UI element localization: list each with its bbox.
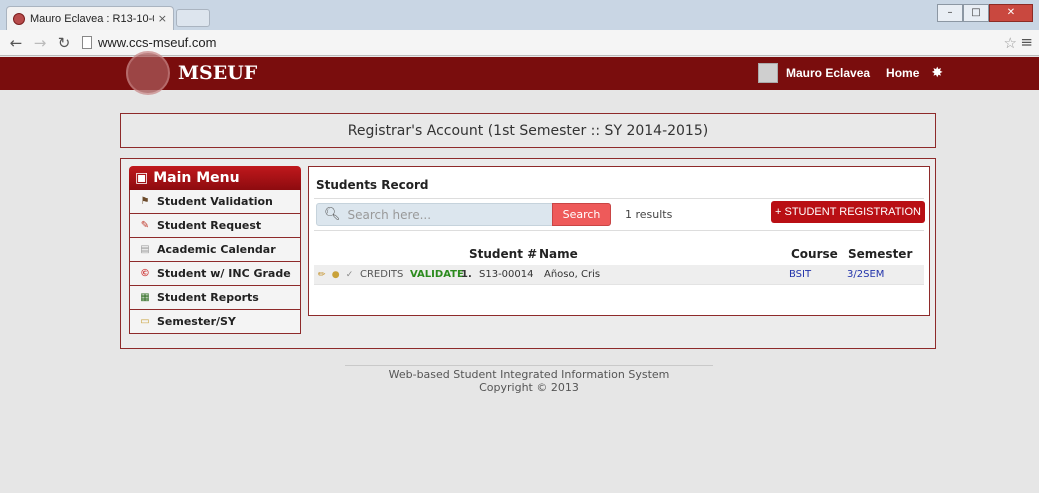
sidebar-item-semester-sy[interactable]: ▭ Semester/SY bbox=[129, 310, 301, 334]
maximize-button[interactable]: □ bbox=[963, 4, 989, 22]
minimize-button[interactable]: – bbox=[937, 4, 963, 22]
new-tab-button[interactable] bbox=[176, 9, 210, 27]
check-icon[interactable]: ✓ bbox=[346, 270, 354, 280]
site-brand[interactable]: MSEUF bbox=[178, 62, 257, 84]
main-menu-icon: ▣ bbox=[135, 170, 149, 186]
table-row: ✏ ● ✓ CREDITS VALIDATE 1. S13-00014 Años… bbox=[314, 265, 924, 285]
account-banner-text: Registrar's Account (1st Semester :: SY … bbox=[347, 122, 709, 139]
students-record-panel: Students Record 🔍︎ Search 1 results + ST… bbox=[308, 166, 930, 316]
credits-link[interactable]: CREDITS bbox=[360, 269, 403, 280]
student-number: S13-00014 bbox=[479, 269, 534, 280]
column-header-name: Name bbox=[539, 247, 578, 261]
course-link[interactable]: BSIT bbox=[789, 269, 811, 280]
user-name-link[interactable]: Mauro Eclavea bbox=[786, 66, 870, 80]
url-field[interactable]: www.ccs-mseuf.com bbox=[82, 35, 216, 50]
student-registration-button[interactable]: + STUDENT REGISTRATION bbox=[771, 201, 925, 223]
sidebar-item-label: Student Validation bbox=[157, 195, 273, 208]
row-actions: ✏ ● ✓ bbox=[318, 269, 356, 280]
sidebar-item-student-request[interactable]: ✎ Student Request bbox=[129, 214, 301, 238]
student-name: Añoso, Cris bbox=[544, 269, 601, 280]
main-panel: ▣ Main Menu ⚑ Student Validation ✎ Stude… bbox=[120, 158, 936, 349]
main-menu: ▣ Main Menu ⚑ Student Validation ✎ Stude… bbox=[129, 166, 301, 334]
window-controls: – □ ✕ bbox=[937, 4, 1033, 22]
semester-icon: ▭ bbox=[140, 316, 150, 327]
user-icon[interactable]: ● bbox=[332, 270, 340, 280]
sidebar-item-label: Student Request bbox=[157, 219, 262, 232]
browser-tab-bar: Mauro Eclavea : R13-10-04 × – □ ✕ bbox=[0, 0, 1039, 30]
column-header-course: Course bbox=[791, 247, 838, 261]
forward-arrow-icon[interactable]: → bbox=[32, 34, 48, 52]
sidebar-item-inc-grade[interactable]: © Student w/ INC Grade bbox=[129, 262, 301, 286]
sidebar-item-label: Student Reports bbox=[157, 291, 259, 304]
sidebar-item-label: Student w/ INC Grade bbox=[157, 267, 291, 280]
bookmark-star-icon[interactable]: ☆ bbox=[1004, 34, 1017, 52]
browser-menu-icon[interactable]: ≡ bbox=[1020, 33, 1033, 51]
avatar[interactable] bbox=[758, 63, 778, 83]
gear-icon[interactable]: ✸ bbox=[931, 65, 943, 81]
row-index: 1. bbox=[461, 269, 472, 280]
user-nav: Mauro Eclavea Home ✸ bbox=[758, 63, 943, 83]
back-arrow-icon[interactable]: ← bbox=[8, 34, 24, 52]
reload-icon[interactable]: ↻ bbox=[56, 34, 72, 52]
main-menu-title: Main Menu bbox=[153, 170, 240, 186]
window-close-button[interactable]: ✕ bbox=[989, 4, 1033, 22]
sidebar-item-label: Academic Calendar bbox=[157, 243, 276, 256]
search-icon: 🔍︎ bbox=[324, 207, 341, 222]
panel-title: Students Record bbox=[316, 178, 429, 192]
sidebar-item-label: Semester/SY bbox=[157, 315, 236, 328]
results-count: 1 results bbox=[625, 208, 673, 221]
search-input[interactable] bbox=[347, 207, 568, 222]
validate-link[interactable]: VALIDATE bbox=[410, 269, 464, 280]
validation-icon: ⚑ bbox=[140, 196, 150, 207]
url-text: www.ccs-mseuf.com bbox=[98, 35, 217, 50]
home-link[interactable]: Home bbox=[886, 66, 919, 80]
sidebar-item-academic-calendar[interactable]: ▤ Academic Calendar bbox=[129, 238, 301, 262]
tab-close-icon[interactable]: × bbox=[158, 12, 167, 25]
footer-system-name: Web-based Student Integrated Information… bbox=[388, 368, 670, 381]
footer-divider bbox=[345, 365, 713, 366]
site-header: MSEUF Mauro Eclavea Home ✸ bbox=[0, 51, 1039, 95]
site-favicon-icon bbox=[13, 12, 25, 25]
search-button[interactable]: Search bbox=[552, 203, 611, 226]
column-header-semester: Semester bbox=[848, 247, 913, 261]
footer-copyright: Copyright © 2013 bbox=[479, 381, 579, 394]
inc-grade-icon: © bbox=[140, 268, 150, 279]
main-menu-header: ▣ Main Menu bbox=[129, 166, 301, 190]
university-seal-logo bbox=[126, 51, 170, 95]
page-icon bbox=[82, 36, 92, 49]
divider bbox=[314, 230, 924, 231]
edit-pencil-icon[interactable]: ✏ bbox=[318, 270, 326, 280]
divider bbox=[314, 198, 924, 199]
reports-icon: ▦ bbox=[140, 292, 150, 303]
semester-link[interactable]: 3/2SEM bbox=[847, 269, 884, 280]
column-header-student-no: Student # bbox=[469, 247, 538, 261]
calendar-icon: ▤ bbox=[140, 244, 150, 255]
tab-title: Mauro Eclavea : R13-10-04 bbox=[30, 12, 154, 25]
request-icon: ✎ bbox=[140, 220, 150, 231]
account-banner: Registrar's Account (1st Semester :: SY … bbox=[120, 113, 936, 148]
browser-tab[interactable]: Mauro Eclavea : R13-10-04 × bbox=[6, 6, 174, 30]
sidebar-item-student-reports[interactable]: ▦ Student Reports bbox=[129, 286, 301, 310]
footer: Web-based Student Integrated Information… bbox=[345, 368, 713, 394]
sidebar-item-student-validation[interactable]: ⚑ Student Validation bbox=[129, 190, 301, 214]
